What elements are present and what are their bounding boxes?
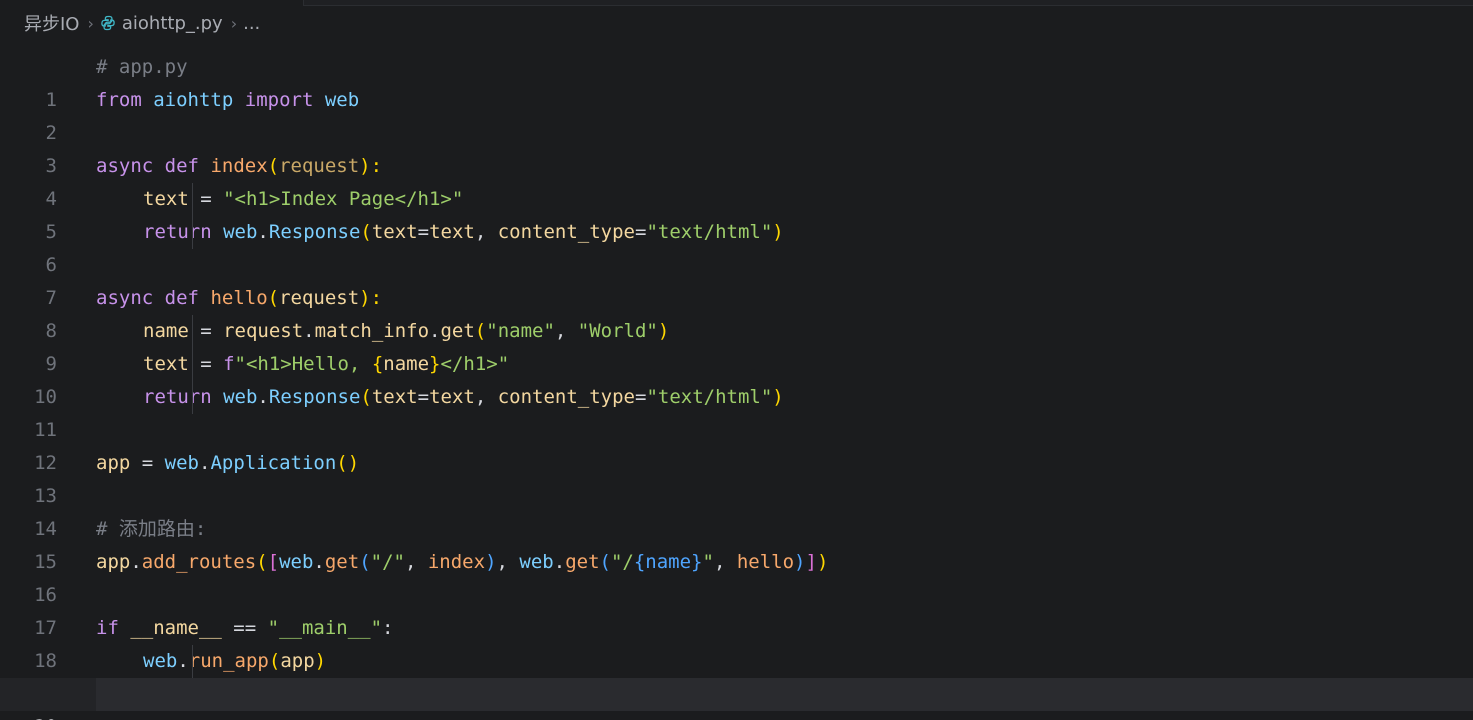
code-editor[interactable]: 1 # app.py 2 from aiohttp import web 3 4…: [0, 51, 1473, 720]
indent-guide: [192, 381, 193, 414]
line-code[interactable]: app.add_routes([web.get("/", index), web…: [96, 546, 1473, 579]
breadcrumb-file[interactable]: aiohttp_.py: [122, 13, 223, 34]
code-line[interactable]: 8 async def hello(request):: [0, 282, 1473, 342]
line-code[interactable]: [96, 249, 1473, 282]
code-line[interactable]: 3: [0, 117, 1473, 177]
breadcrumb: 异步IO › aiohttp_.py › ...: [0, 0, 260, 46]
line-code[interactable]: web.run_app(app): [96, 645, 1473, 678]
line-code[interactable]: name = request.match_info.get("name", "W…: [96, 315, 1473, 348]
line-code[interactable]: [96, 414, 1473, 447]
line-code[interactable]: async def index(request):: [96, 150, 1473, 183]
code-line[interactable]: 17: [0, 579, 1473, 639]
indent-guide: [192, 315, 193, 348]
code-line[interactable]: 5 text = "<h1>Index Page</h1>": [0, 183, 1473, 243]
code-line[interactable]: 9 name = request.match_info.get("name", …: [0, 315, 1473, 375]
code-line[interactable]: 2 from aiohttp import web: [0, 84, 1473, 144]
tab-strip-edge: [303, 0, 1473, 6]
code-line[interactable]: 4 async def index(request):: [0, 150, 1473, 210]
chevron-right-icon: ›: [87, 13, 94, 33]
chevron-right-icon: ›: [230, 13, 238, 33]
code-line[interactable]: 15 # 添加路由:: [0, 513, 1473, 573]
breadcrumb-more[interactable]: ...: [243, 13, 260, 34]
line-code[interactable]: # app.py: [96, 51, 1473, 84]
code-line[interactable]: 18 if __name__ == "__main__":: [0, 612, 1473, 672]
line-code[interactable]: return web.Response(text=text, content_t…: [96, 381, 1473, 414]
line-number: 20: [0, 711, 57, 720]
code-line[interactable]: 13 app = web.Application(): [0, 447, 1473, 507]
indent-guide: [192, 216, 193, 249]
line-code[interactable]: # 添加路由:: [96, 513, 1473, 546]
line-code[interactable]: app = web.Application(): [96, 447, 1473, 480]
code-line[interactable]: 7: [0, 249, 1473, 309]
line-code[interactable]: [96, 678, 1473, 711]
indent-guide: [192, 183, 193, 216]
code-line[interactable]: 16 app.add_routes([web.get("/", index), …: [0, 546, 1473, 606]
line-code[interactable]: return web.Response(text=text, content_t…: [96, 216, 1473, 249]
code-line[interactable]: 1 # app.py: [0, 51, 1473, 111]
code-line[interactable]: 19 web.run_app(app): [0, 645, 1473, 705]
code-line[interactable]: 14: [0, 480, 1473, 540]
code-line[interactable]: 10 text = f"<h1>Hello, {name}</h1>": [0, 348, 1473, 408]
indent-guide: [192, 348, 193, 381]
current-code-line[interactable]: 20: [0, 678, 1473, 720]
line-code[interactable]: async def hello(request):: [96, 282, 1473, 315]
code-line[interactable]: 11 return web.Response(text=text, conten…: [0, 381, 1473, 441]
line-code[interactable]: from aiohttp import web: [96, 84, 1473, 117]
line-code[interactable]: [96, 579, 1473, 612]
code-line[interactable]: 12: [0, 414, 1473, 474]
indent-guide: [192, 645, 193, 678]
line-code[interactable]: if __name__ == "__main__":: [96, 612, 1473, 645]
python-file-icon: [101, 15, 115, 31]
line-code[interactable]: [96, 117, 1473, 150]
code-line[interactable]: 6 return web.Response(text=text, content…: [0, 216, 1473, 276]
breadcrumb-folder[interactable]: 异步IO: [24, 10, 79, 36]
line-code[interactable]: text = "<h1>Index Page</h1>": [96, 183, 1473, 216]
line-code[interactable]: [96, 480, 1473, 513]
line-code[interactable]: text = f"<h1>Hello, {name}</h1>": [96, 348, 1473, 381]
